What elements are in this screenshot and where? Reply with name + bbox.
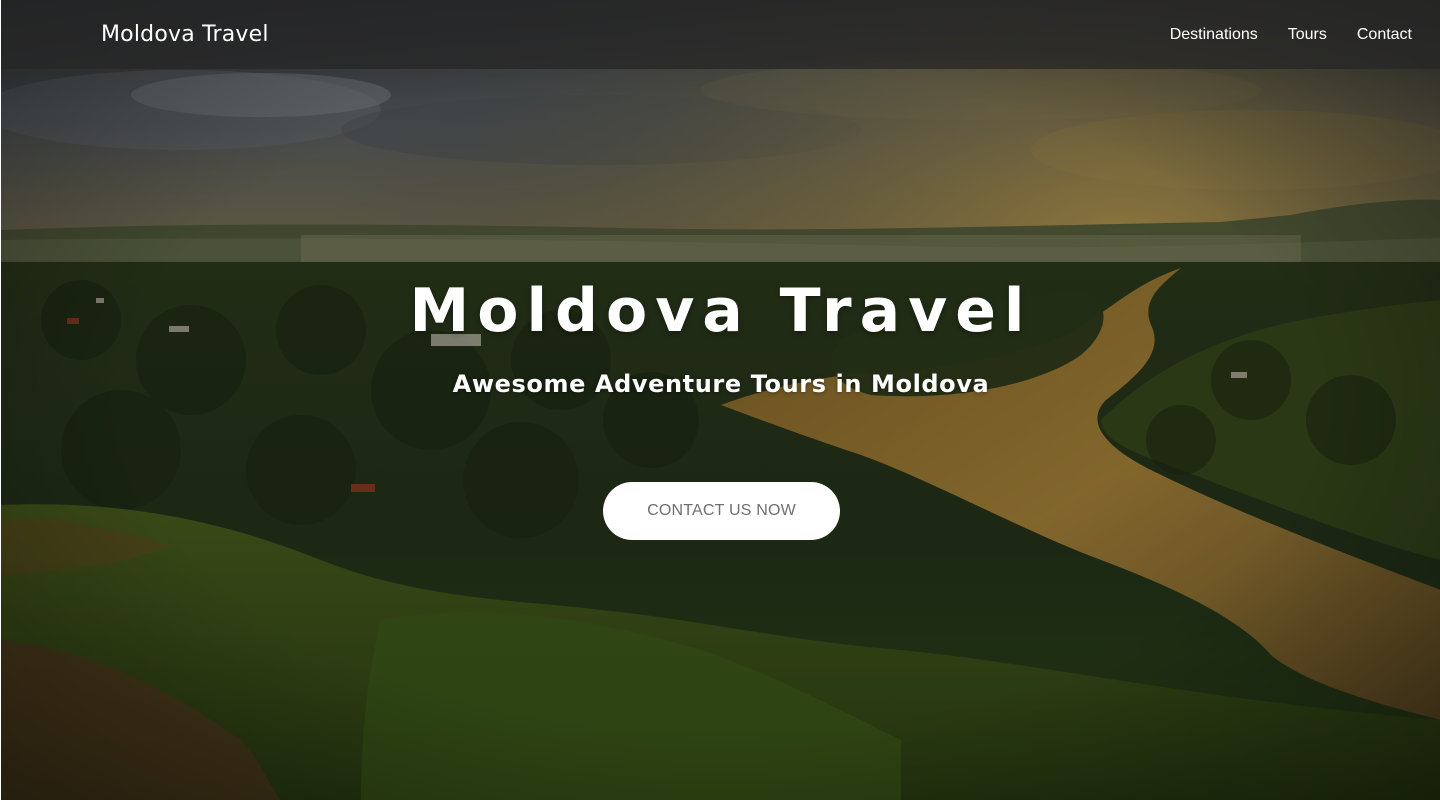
brand-logo-link[interactable]: Moldova Travel — [101, 23, 269, 46]
contact-us-now-button[interactable]: CONTACT US NOW — [603, 482, 840, 540]
nav-link-tours[interactable]: Tours — [1288, 26, 1327, 43]
hero-section: Moldova Travel Destinations Tours Contac… — [0, 0, 1440, 800]
hero-title: Moldova Travel — [409, 276, 1033, 346]
hero-content: Moldova Travel Awesome Adventure Tours i… — [1, 0, 1440, 800]
nav-link-contact[interactable]: Contact — [1357, 26, 1412, 43]
nav-link-destinations[interactable]: Destinations — [1170, 26, 1258, 43]
nav-links: Destinations Tours Contact — [1170, 26, 1412, 43]
top-navbar: Moldova Travel Destinations Tours Contac… — [1, 0, 1440, 69]
hero-subtitle: Awesome Adventure Tours in Moldova — [452, 370, 990, 398]
